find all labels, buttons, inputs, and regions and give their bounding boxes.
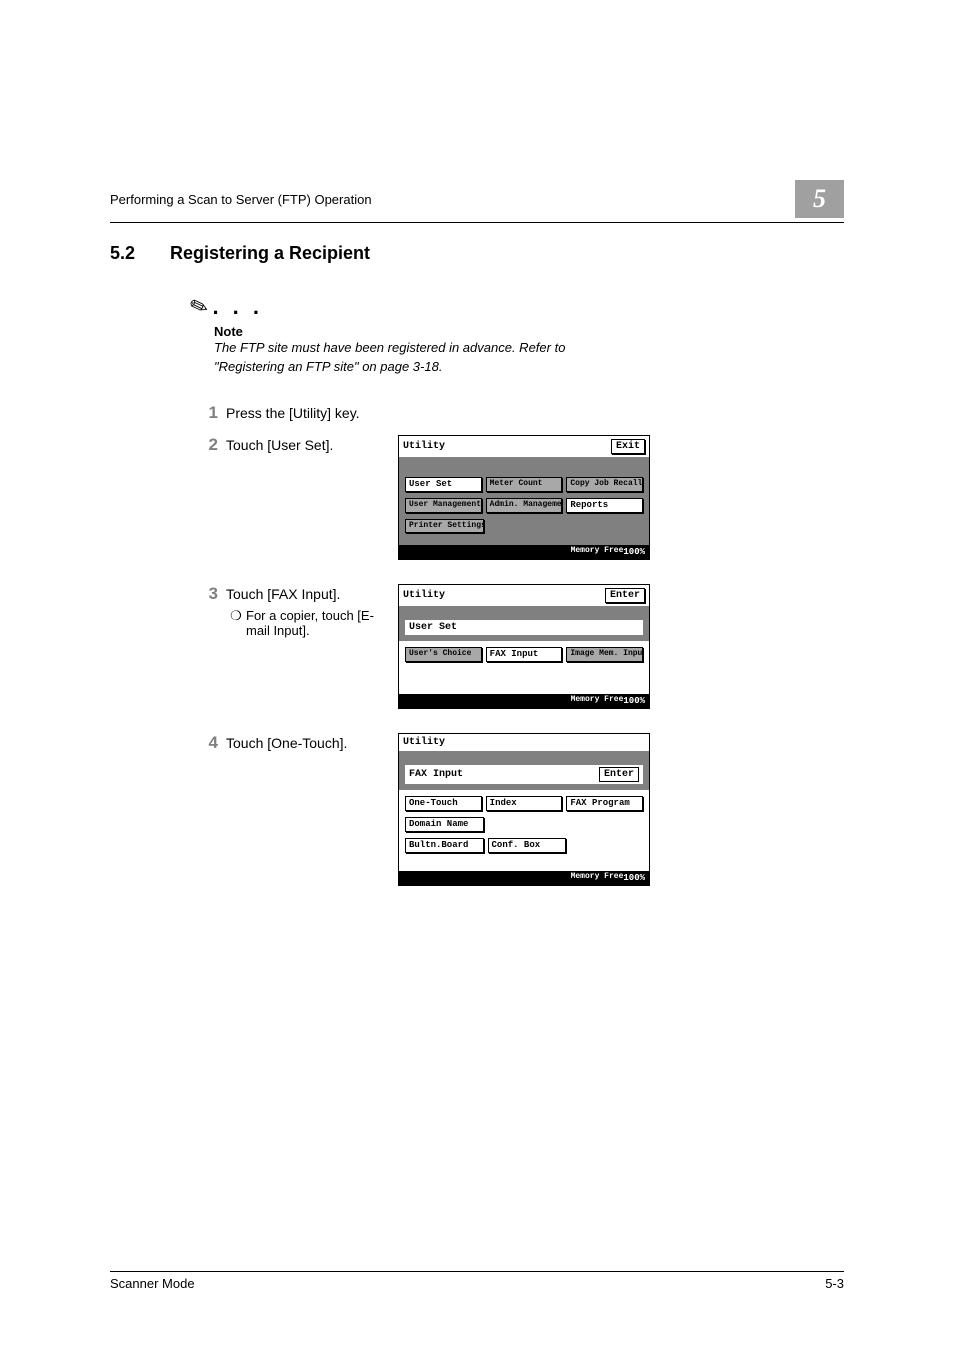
one-touch-button[interactable]: One-Touch xyxy=(405,796,482,811)
lcd-status-bar: Memory Free100% xyxy=(399,545,649,559)
image-mem-input-button[interactable]: Image Mem. Input xyxy=(566,647,643,662)
user-set-subheader: User Set xyxy=(405,620,643,635)
ellipsis-icon: . . . xyxy=(212,294,263,320)
footer-page-number: 5-3 xyxy=(825,1276,844,1291)
chapter-number-box: 5 xyxy=(795,180,844,218)
step-number: 3 xyxy=(190,584,218,604)
lcd-title: Utility xyxy=(403,441,445,452)
step-text: Touch [User Set]. xyxy=(226,435,390,453)
fax-program-button[interactable]: FAX Program xyxy=(566,796,643,811)
lcd-status-bar: Memory Free100% xyxy=(399,694,649,708)
fax-input-subheader: FAX Input xyxy=(409,769,463,780)
conf-box-button[interactable]: Conf. Box xyxy=(488,838,567,853)
fax-input-button[interactable]: FAX Input xyxy=(486,647,563,662)
step-3: 3 Touch [FAX Input]. ❍ For a copier, tou… xyxy=(190,584,844,709)
lcd-screen-fax-input: Utility FAX Input Enter One-Touch Index … xyxy=(398,733,650,886)
copy-job-recall-button[interactable]: Copy Job Recall xyxy=(566,477,643,492)
step-2: 2 Touch [User Set]. Utility Exit User Se… xyxy=(190,435,844,560)
step-number: 2 xyxy=(190,435,218,455)
section-number: 5.2 xyxy=(110,243,170,264)
step-text: Touch [FAX Input]. ❍ For a copier, touch… xyxy=(226,584,390,638)
user-management-button[interactable]: User Management xyxy=(405,498,482,513)
meter-count-button[interactable]: Meter Count xyxy=(486,477,563,492)
step-1: 1 Press the [Utility] key. xyxy=(190,403,844,423)
index-button[interactable]: Index xyxy=(486,796,563,811)
admin-management-button[interactable]: Admin. Management xyxy=(486,498,563,513)
step-number: 4 xyxy=(190,733,218,753)
lcd-status-bar: Memory Free100% xyxy=(399,871,649,885)
running-header: Performing a Scan to Server (FTP) Operat… xyxy=(110,192,372,207)
pencil-icon: ✎ xyxy=(186,292,212,323)
user-set-button[interactable]: User Set xyxy=(405,477,482,492)
lcd-screen-user-set: Utility Enter User Set User's Choice FAX… xyxy=(398,584,650,709)
note-block: ✎ . . . Note The FTP site must have been… xyxy=(190,294,844,377)
step-text: Press the [Utility] key. xyxy=(226,403,844,421)
substep-text: For a copier, touch [E-mail Input]. xyxy=(246,608,390,638)
section-heading: 5.2Registering a Recipient xyxy=(110,243,844,264)
lcd-screen-utility: Utility Exit User Set Meter Count Copy J… xyxy=(398,435,650,560)
lcd-title: Utility xyxy=(403,737,445,748)
exit-button[interactable]: Exit xyxy=(611,439,645,454)
enter-button[interactable]: Enter xyxy=(599,767,639,782)
step-4: 4 Touch [One-Touch]. Utility FAX Input E… xyxy=(190,733,844,886)
step-text: Touch [One-Touch]. xyxy=(226,733,390,751)
note-body: The FTP site must have been registered i… xyxy=(214,339,614,377)
page-footer: Scanner Mode 5-3 xyxy=(110,1271,844,1291)
domain-name-button[interactable]: Domain Name xyxy=(405,817,484,832)
lcd-title: Utility xyxy=(403,590,445,601)
reports-button[interactable]: Reports xyxy=(566,498,643,513)
enter-button[interactable]: Enter xyxy=(605,588,645,603)
note-label: Note xyxy=(214,324,844,339)
header-rule xyxy=(110,222,844,223)
section-title: Registering a Recipient xyxy=(170,243,370,263)
step-number: 1 xyxy=(190,403,218,423)
printer-settings-button[interactable]: Printer Settings xyxy=(405,519,484,533)
bulletin-board-button[interactable]: Bultn.Board xyxy=(405,838,484,853)
footer-left: Scanner Mode xyxy=(110,1276,195,1291)
users-choice-button[interactable]: User's Choice xyxy=(405,647,482,662)
substep-bullet-icon: ❍ xyxy=(226,608,246,638)
